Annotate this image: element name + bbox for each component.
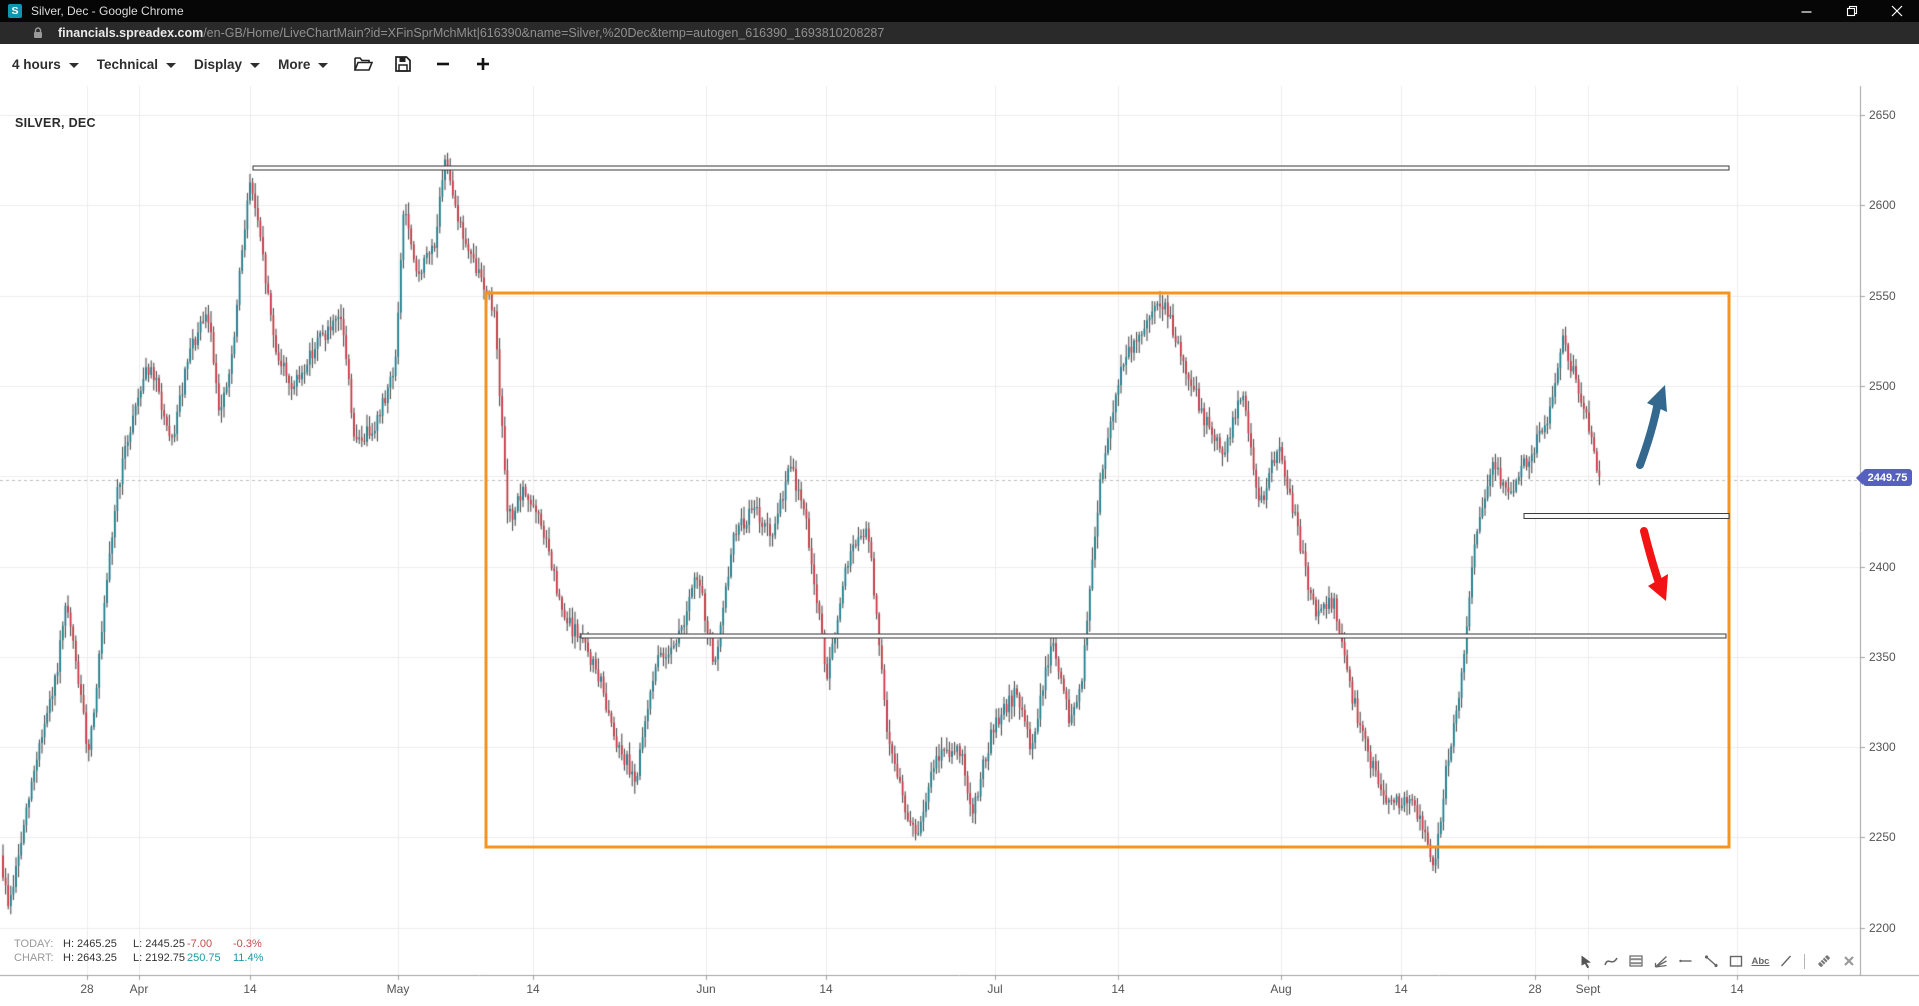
remove-tool-icon [1841,953,1857,969]
time-tick-label: 14 [526,982,539,996]
horizontal-line-tool[interactable] [1676,950,1695,972]
chart-low: L: 2192.75 [133,952,185,964]
toolbar-divider [1804,954,1805,969]
price-tick-label: 2200 [1869,921,1896,935]
today-change-pct: -0.3% [233,938,262,950]
time-tick-label: 14 [1394,982,1407,996]
today-high: H: 2465.25 [63,938,117,950]
pointer-arrow-tool[interactable] [1576,950,1595,972]
chart-range: 250.75 [187,952,221,964]
time-tick-label: Jun [696,982,715,996]
price-tick-label: 2650 [1869,108,1896,122]
pencil-tool[interactable] [1814,950,1833,972]
time-tick-label: 14 [1111,982,1124,996]
candlestick-chart-canvas[interactable] [0,0,1919,1006]
today-change: -7.00 [187,938,212,950]
time-tick-label: Aug [1270,982,1291,996]
today-low: L: 2445.25 [133,938,185,950]
time-tick-label: 14 [1730,982,1743,996]
rectangle-icon [1728,953,1744,969]
price-tick-label: 2300 [1869,740,1896,754]
horizontal-line-icon [1678,953,1694,969]
time-tick-label: May [387,982,410,996]
curve-line-icon [1603,953,1619,969]
table-grid-tool[interactable] [1626,950,1645,972]
session-stats: TODAY: H: 2465.25 L: 2445.25 -7.00 -0.3%… [0,938,320,966]
time-tick-label: 14 [819,982,832,996]
time-tick-label: Apr [130,982,149,996]
drawing-toolbar: Abc [1576,950,1858,972]
chart-label: CHART: [14,952,54,964]
chart-high: H: 2643.25 [63,952,117,964]
pointer-arrow-icon [1578,953,1594,969]
trend-line-tool[interactable] [1701,950,1720,972]
fan-lines-icon [1653,953,1669,969]
diagonal-line-tool[interactable] [1776,950,1795,972]
curve-line-tool[interactable] [1601,950,1620,972]
price-tick-label: 2600 [1869,198,1896,212]
today-label: TODAY: [14,938,53,950]
browser-window: S Silver, Dec - Google Chrome [0,0,1919,1006]
time-tick-label: 28 [1528,982,1541,996]
chart-range-pct: 11.4% [233,952,263,964]
today-stats-row: TODAY: H: 2465.25 L: 2445.25 -7.00 -0.3% [0,938,320,952]
diagonal-line-icon [1778,953,1794,969]
price-tick-label: 2400 [1869,560,1896,574]
time-tick-label: 28 [80,982,93,996]
pencil-tool-icon [1816,953,1832,969]
last-price-badge: 2449.75 [1863,469,1912,486]
chart-stats-row: CHART: H: 2643.25 L: 2192.75 250.75 11.4… [0,952,320,966]
time-tick-label: Sept [1576,982,1601,996]
symbol-label: SILVER, DEC [15,116,96,130]
text-abc-tool[interactable]: Abc [1751,950,1770,972]
time-tick-label: 14 [243,982,256,996]
rectangle-tool[interactable] [1726,950,1745,972]
remove-tool[interactable] [1839,950,1858,972]
trend-line-icon [1703,953,1719,969]
price-tick-label: 2550 [1869,289,1896,303]
price-tick-label: 2250 [1869,830,1896,844]
time-tick-label: Jul [987,982,1002,996]
fan-lines-tool[interactable] [1651,950,1670,972]
price-tick-label: 2350 [1869,650,1896,664]
text-tool-icon: Abc [1752,956,1770,967]
table-grid-icon [1628,953,1644,969]
price-tick-label: 2500 [1869,379,1896,393]
